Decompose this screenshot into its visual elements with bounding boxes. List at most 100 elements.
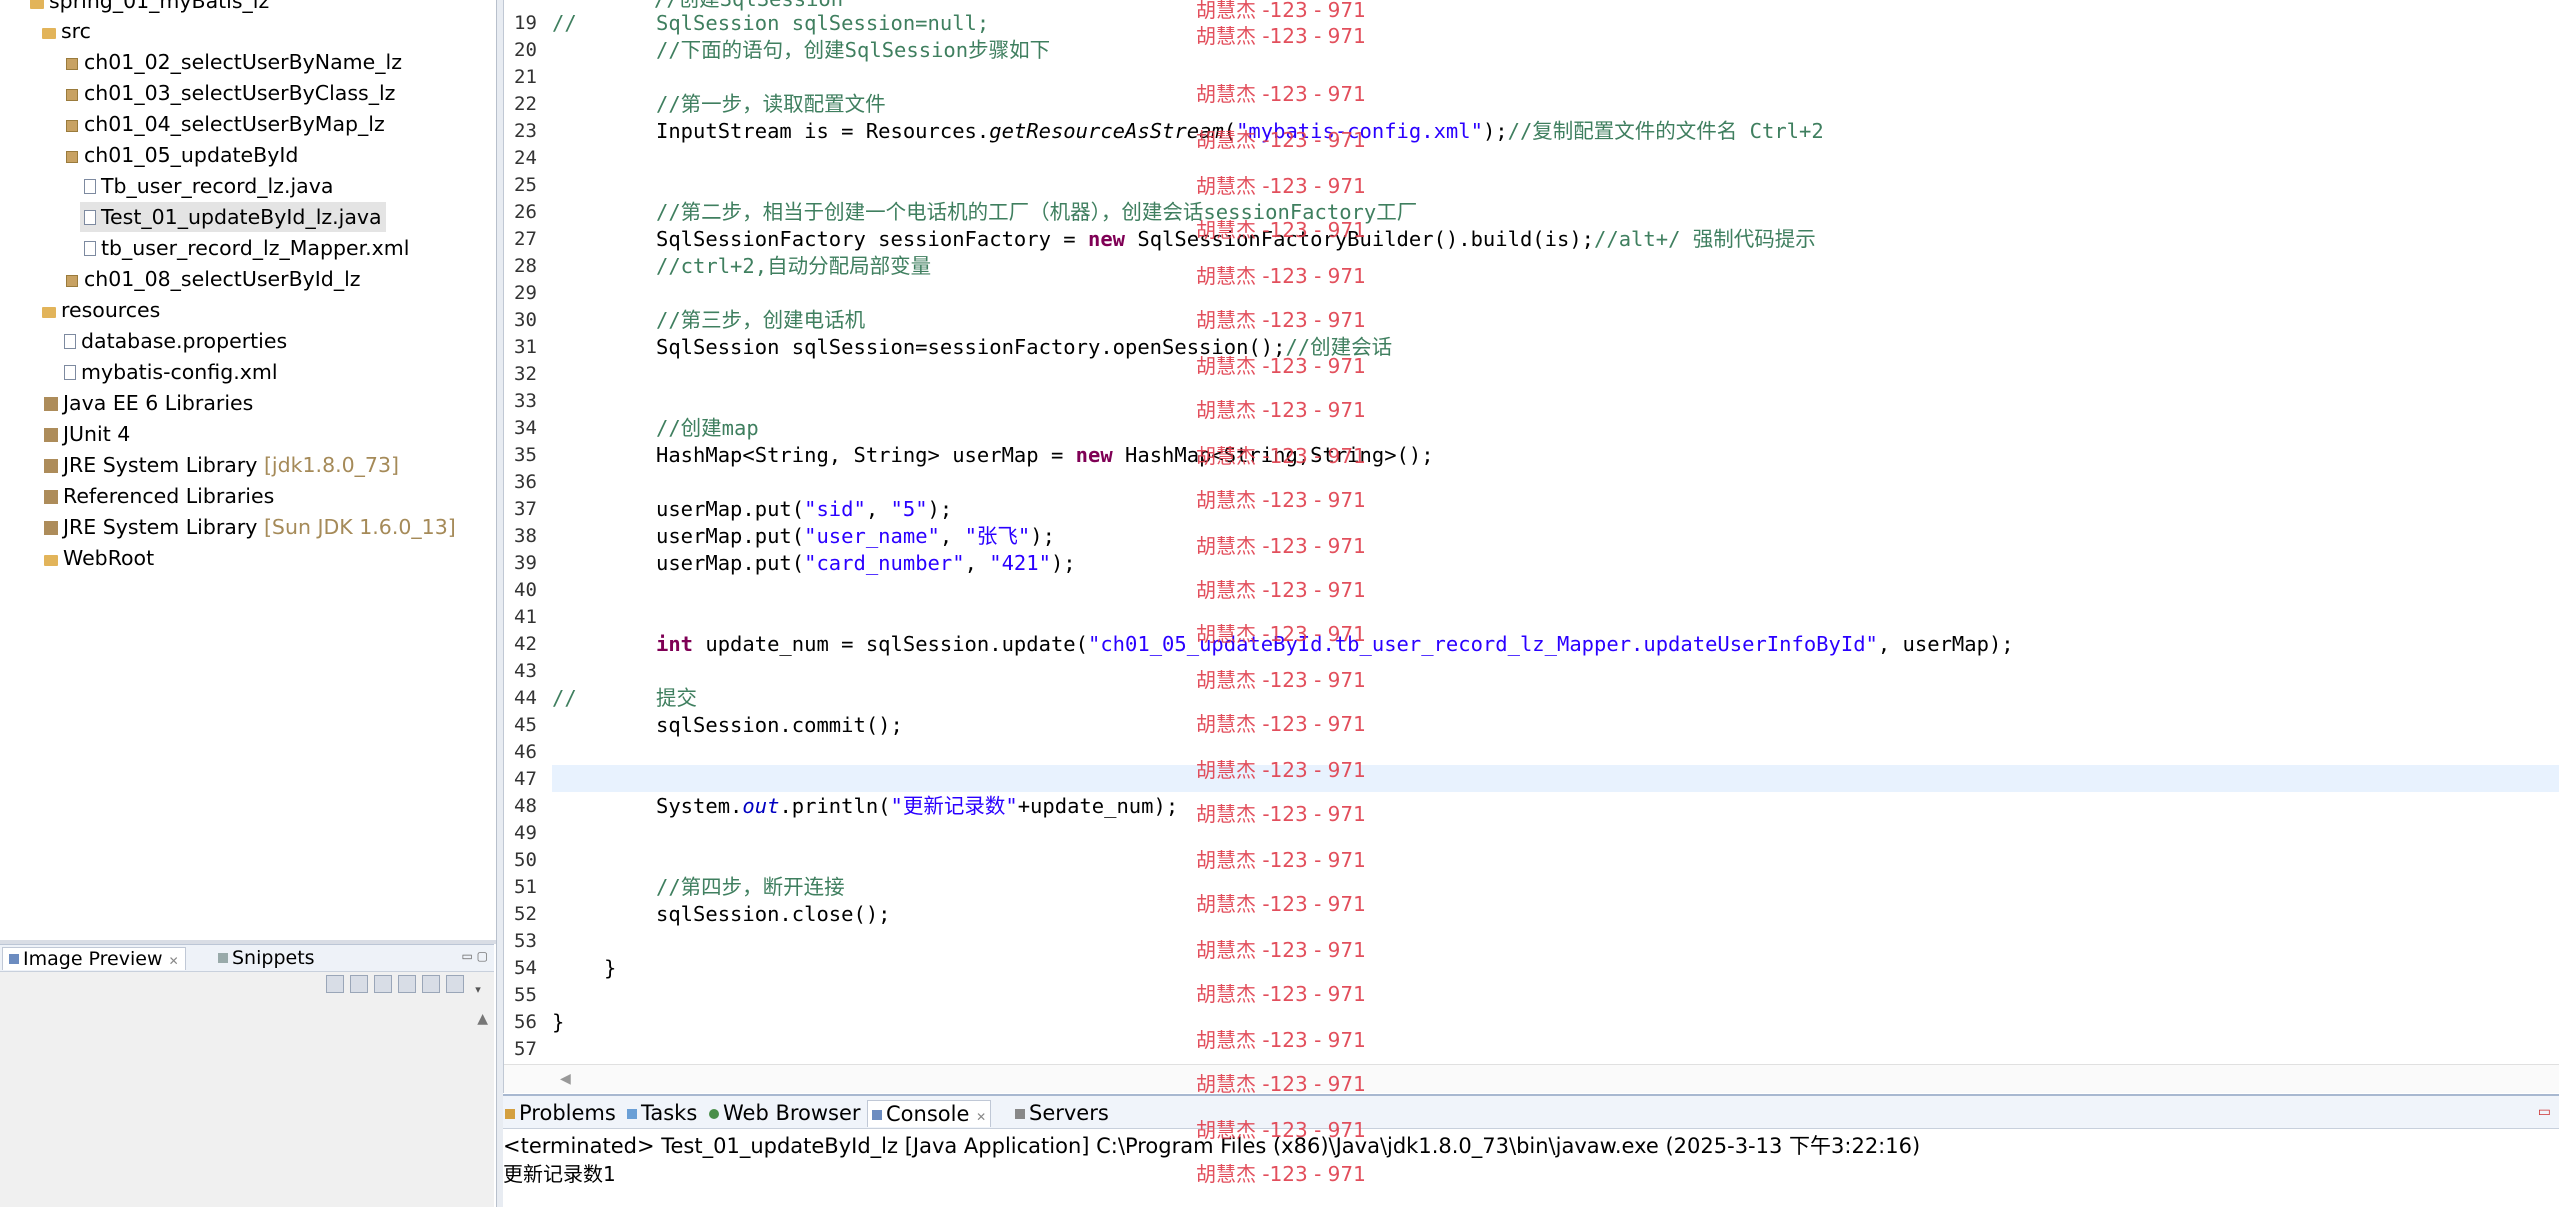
tree-item-package[interactable]: ch01_04_selectUserByMap_lz (64, 109, 385, 139)
horizontal-scrollbar[interactable]: ◀ (504, 1064, 2559, 1093)
watermark: 胡慧杰 -123 - 971 (1196, 982, 1366, 1006)
watermark: 胡慧杰 -123 - 971 (1196, 218, 1366, 242)
tab-label: Console (886, 1102, 970, 1126)
zoom-out-icon[interactable] (398, 975, 416, 993)
watermark: 胡慧杰 -123 - 971 (1196, 354, 1366, 378)
fit-icon[interactable] (422, 975, 440, 993)
code-line: SqlSession sqlSession=null; (656, 11, 990, 35)
scroll-up-arrow-icon[interactable]: ▲ (477, 1011, 488, 1027)
watermark: 胡慧杰 -123 - 971 (1196, 802, 1366, 826)
tree-item-label: Tb_user_record_lz.java (101, 174, 334, 198)
code-line: //ctrl+2,自动分配局部变量 (656, 254, 932, 278)
line-number: 52 (514, 903, 537, 925)
tab-snippets[interactable]: Snippets (218, 947, 315, 969)
zoom-in-icon[interactable] (374, 975, 392, 993)
clear-icon[interactable] (446, 975, 464, 993)
line-number: 56 (514, 1011, 537, 1033)
tool-icon[interactable] (326, 975, 344, 993)
watermark: 胡慧杰 -123 - 971 (1196, 82, 1366, 106)
properties-file-icon (64, 334, 76, 349)
library-icon (44, 521, 58, 535)
snippets-icon (218, 953, 228, 963)
close-icon[interactable]: ✕ (169, 954, 179, 968)
menu-icon[interactable]: ▾ (470, 982, 486, 998)
tree-item-label: database.properties (81, 329, 288, 353)
code-line: //创建map (656, 416, 759, 440)
project-icon (30, 0, 44, 9)
tree-item-label: ch01_04_selectUserByMap_lz (84, 112, 385, 136)
tab-console[interactable]: Console ✕ (867, 1100, 992, 1127)
line-number: 29 (514, 282, 537, 304)
tree-item-package[interactable]: ch01_03_selectUserByClass_lz (64, 78, 395, 108)
line-number: 38 (514, 525, 537, 547)
tree-item-label: ch01_05_updateById (84, 143, 299, 167)
tree-item-label: Referenced Libraries (63, 484, 275, 508)
watermark: 胡慧杰 -123 - 971 (1196, 758, 1366, 782)
watermark: 胡慧杰 -123 - 971 (1196, 848, 1366, 872)
source-folder-icon (42, 307, 56, 318)
watermark: 胡慧杰 -123 - 971 (1196, 264, 1366, 288)
java-file-icon (84, 210, 96, 225)
line-number: 33 (514, 390, 537, 412)
console-output-value: 1 (603, 1162, 616, 1186)
watermark: 胡慧杰 -123 - 971 (1196, 1072, 1366, 1096)
tree-item-library[interactable]: JRE System Library [Sun JDK 1.6.0_13] (44, 512, 456, 542)
watermark: 胡慧杰 -123 - 971 (1196, 938, 1366, 962)
tab-image-preview[interactable]: Image Preview ✕ (2, 947, 186, 970)
tree-item-library[interactable]: Java EE 6 Libraries (44, 388, 253, 418)
line-number: 36 (514, 471, 537, 493)
line-number: 50 (514, 849, 537, 871)
tree-item-java-file-selected[interactable]: Test_01_updateById_lz.java (80, 202, 386, 232)
tree-item-library[interactable]: JRE System Library [jdk1.8.0_73] (44, 450, 399, 480)
line-number: 28 (514, 255, 537, 277)
tree-item-folder[interactable]: WebRoot (44, 543, 154, 573)
console-output-label: 更新记录数 (503, 1162, 603, 1186)
tree-item-resources[interactable]: resources (42, 295, 160, 325)
tree-item-package[interactable]: ch01_02_selectUserByName_lz (64, 47, 402, 77)
tab-servers[interactable]: Servers (1015, 1100, 1109, 1126)
tree-item-package[interactable]: ch01_05_updateById (64, 140, 298, 170)
code-line: // (552, 11, 577, 35)
minimize-icon[interactable]: ▭ (2538, 1104, 2551, 1120)
watermark: 胡慧杰 -123 - 971 (1196, 622, 1366, 646)
close-icon[interactable]: ✕ (976, 1110, 986, 1124)
tree-item-label: resources (61, 298, 161, 322)
watermark: 胡慧杰 -123 - 971 (1196, 24, 1366, 48)
code-line: sqlSession.commit(); (656, 713, 903, 737)
tab-label: Servers (1029, 1101, 1109, 1125)
line-number: 19 (514, 12, 537, 34)
tree-item-library[interactable]: Referenced Libraries (44, 481, 274, 511)
tree-item-suffix: [Sun JDK 1.6.0_13] (263, 515, 456, 539)
library-icon (44, 397, 58, 411)
console-output: 更新记录数1 (503, 1160, 616, 1188)
tree-item-package[interactable]: ch01_08_selectUserById_lz (64, 264, 361, 294)
minimize-icon[interactable]: ▭ ▢ (462, 949, 489, 963)
watermark: 胡慧杰 -123 - 971 (1196, 668, 1366, 692)
line-number: 21 (514, 66, 537, 88)
code-editor[interactable]: 18 19 20 21 22 23 24 25 26 27 28 29 30 3… (503, 0, 2559, 1093)
current-line-highlight (552, 765, 2559, 792)
code-line: //第一步，读取配置文件 (656, 92, 886, 116)
tab-web-browser[interactable]: Web Browser (709, 1100, 861, 1126)
tab-label: Problems (519, 1101, 616, 1125)
tree-item-library[interactable]: JUnit 4 (44, 419, 130, 449)
code-line: // (552, 686, 577, 710)
vertical-divider[interactable] (496, 0, 503, 1207)
tree-item-xml-file[interactable]: mybatis-config.xml (64, 357, 278, 387)
tree-item-project[interactable]: spring_01_myBatis_lz (30, 0, 269, 16)
package-icon (66, 58, 78, 70)
tree-item-label: ch01_08_selectUserById_lz (84, 267, 361, 291)
java-file-icon (84, 179, 96, 194)
tab-problems[interactable]: Problems (505, 1100, 616, 1126)
tab-tasks[interactable]: Tasks (627, 1100, 697, 1126)
tree-item-xml-file[interactable]: tb_user_record_lz_Mapper.xml (84, 233, 409, 263)
line-number: 55 (514, 984, 537, 1006)
tree-item-properties-file[interactable]: database.properties (64, 326, 287, 356)
save-icon[interactable] (350, 975, 368, 993)
folder-icon (44, 555, 58, 566)
tree-item-java-file[interactable]: Tb_user_record_lz.java (84, 171, 333, 201)
scroll-left-arrow-icon[interactable]: ◀ (560, 1071, 571, 1087)
watermark: 胡慧杰 -123 - 971 (1196, 712, 1366, 736)
tree-item-src[interactable]: src (42, 16, 91, 46)
tab-label: Tasks (641, 1101, 698, 1125)
